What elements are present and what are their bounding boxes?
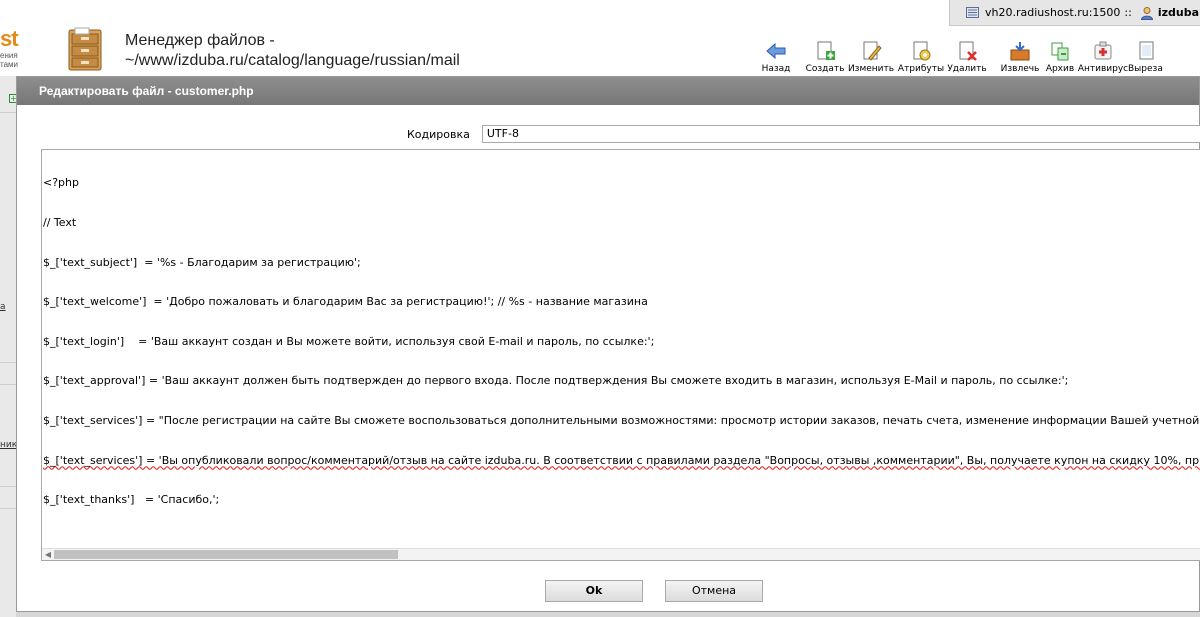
code-line: $_['text_thanks'] = 'Спасибо,'; — [43, 493, 220, 507]
scrollbar-thumb[interactable] — [54, 550, 398, 559]
server-icon — [966, 7, 979, 18]
add-file-icon — [817, 41, 835, 60]
code-text[interactable]: <?php // Text $_['text_subject'] = '%s -… — [43, 150, 1200, 560]
host-separator: :: — [1124, 6, 1132, 19]
file-cabinet-icon — [68, 27, 102, 71]
encoding-row: Кодировка UTF-8 — [407, 125, 1200, 143]
code-line: <?php — [43, 176, 79, 190]
code-line: $_['text_approval'] = 'Ваш аккаунт долже… — [43, 374, 1069, 388]
logo: st ения тами — [0, 26, 19, 69]
code-line: $_['text_login'] = 'Ваш аккаунт создан и… — [43, 334, 655, 348]
ok-button[interactable]: Ok — [545, 580, 643, 602]
extract-icon — [1010, 42, 1030, 61]
background-link[interactable]: а — [0, 302, 6, 312]
back-button[interactable]: Назад — [758, 36, 794, 74]
antivirus-button[interactable]: Антивирус — [1078, 36, 1128, 74]
username[interactable]: izduba — [1158, 6, 1199, 19]
dialog-title: Редактировать файл - customer.php — [17, 77, 1199, 105]
edit-file-dialog: Редактировать файл - customer.php Кодиро… — [16, 76, 1200, 612]
server-address: vh20.radiushost.ru:1500 — [985, 6, 1121, 19]
cut-button[interactable]: Выреза — [1128, 36, 1168, 74]
code-line: $_['text_services'] = "После регистрации… — [43, 413, 1200, 427]
archive-button[interactable]: Архив — [1042, 36, 1078, 74]
header: st ения тами Менеджер файлов - ~/www/izd… — [0, 26, 1200, 76]
horizontal-scrollbar[interactable]: ◀ — [42, 548, 1200, 560]
extract-button[interactable]: Извлечь — [998, 36, 1042, 74]
scroll-left-icon[interactable]: ◀ — [43, 550, 53, 560]
cancel-button[interactable]: Отмена — [665, 580, 763, 602]
top-strip: vh20.radiushost.ru:1500 :: izduba — [0, 0, 1200, 26]
create-button[interactable]: Создать — [804, 36, 846, 74]
attributes-button[interactable]: Атрибуты — [896, 36, 946, 74]
archive-icon — [1051, 42, 1069, 61]
arrow-left-icon — [766, 42, 786, 60]
code-line: $_['text_services'] = 'Вы опубликовали в… — [43, 453, 1200, 467]
dialog-body: Кодировка UTF-8 <?php // Text $_['text_s… — [17, 105, 1200, 611]
delete-button[interactable]: Удалить — [946, 36, 988, 74]
toolbar: Назад Создать Изменить Атрибуты Удалить … — [758, 36, 1168, 74]
page-title: Менеджер файлов - ~/www/izduba.ru/catalo… — [125, 32, 460, 69]
background-panel: + а ники — [0, 76, 23, 617]
antivirus-icon — [1094, 41, 1112, 60]
code-line: // Text — [43, 216, 77, 229]
encoding-select[interactable]: UTF-8 — [481, 125, 1200, 143]
code-line: $_['text_welcome'] = 'Добро пожаловать и… — [43, 295, 648, 309]
code-editor[interactable]: <?php // Text $_['text_subject'] = '%s -… — [41, 149, 1200, 561]
edit-button[interactable]: Изменить — [846, 36, 896, 74]
host-info: vh20.radiushost.ru:1500 :: izduba — [949, 0, 1200, 26]
cut-icon — [1139, 41, 1154, 60]
edit-icon — [863, 41, 882, 61]
user-icon — [1140, 6, 1153, 20]
code-line: $_['text_subject'] = '%s - Благодарим за… — [43, 255, 361, 269]
delete-icon — [959, 41, 977, 61]
attributes-icon — [913, 41, 931, 61]
encoding-label: Кодировка — [407, 127, 470, 141]
